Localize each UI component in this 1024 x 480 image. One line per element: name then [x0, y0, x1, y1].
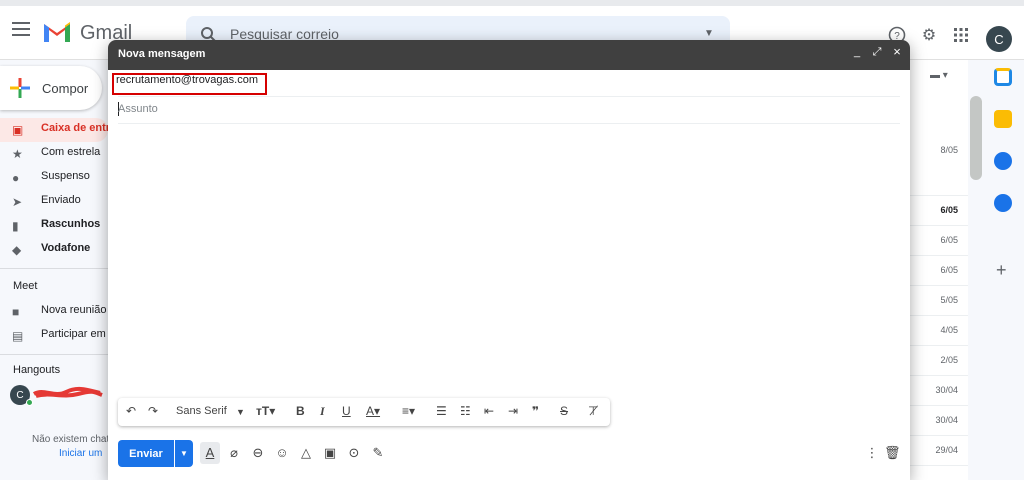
compose-header[interactable]: Nova mensagem _ ⤢ × — [108, 40, 910, 70]
subject-input[interactable]: Assunto — [118, 103, 158, 115]
nav-item-inbox[interactable]: ▣ Caixa de entr — [0, 118, 111, 142]
numbered-list-icon[interactable]: ☰ — [436, 404, 447, 418]
drive-icon[interactable]: △ — [298, 445, 314, 461]
row-date: 8/05 — [940, 145, 958, 155]
row-date: 2/05 — [940, 355, 958, 365]
gmail-logo-icon[interactable] — [42, 20, 72, 42]
compose-label[interactable]: Compor — [42, 81, 88, 96]
nav-divider — [0, 268, 108, 269]
insert-photo-icon[interactable]: ▣ — [322, 445, 338, 461]
row-date: 6/05 — [940, 205, 958, 215]
confidential-mode-icon[interactable]: ⊙ — [346, 445, 362, 461]
font-select[interactable]: Sans Serif — [176, 405, 227, 417]
input-tools-icon[interactable]: ▬ ▾ — [930, 70, 948, 81]
hangouts-section-title: Hangouts — [13, 364, 61, 376]
formatting-toolbar: ↶ ↷ Sans Serif ▼ ᴛT▾ B I U A▾ ≡▾ ☰ ☷ ⇤ ⇥… — [118, 398, 610, 426]
start-chat-link[interactable]: Iniciar um — [59, 448, 102, 459]
search-options-icon[interactable]: ▼ — [704, 28, 714, 39]
tasks-icon[interactable] — [994, 152, 1012, 170]
to-field[interactable]: recrutamento@trovagas.com — [116, 74, 258, 86]
quote-icon[interactable]: ❞ — [532, 404, 539, 418]
video-icon: ■ — [12, 305, 20, 319]
meet-section-title: Meet — [13, 280, 38, 292]
text-color-icon[interactable]: A▾ — [366, 404, 380, 418]
bulleted-list-icon[interactable]: ☷ — [460, 404, 471, 418]
compose-window: Nova mensagem _ ⤢ × recrutamento@trovaga… — [108, 40, 910, 480]
indent-more-icon[interactable]: ⇥ — [508, 404, 518, 418]
indent-less-icon[interactable]: ⇤ — [484, 404, 494, 418]
bold-icon[interactable]: B — [296, 404, 305, 418]
draft-icon: ▮ — [12, 219, 19, 233]
close-icon[interactable]: × — [890, 44, 904, 59]
list-scrollbar[interactable] — [970, 96, 982, 180]
no-chats-text: Não existem chat — [32, 434, 110, 445]
clock-icon: ● — [12, 171, 20, 185]
nav-item-drafts[interactable]: ▮ Rascunhos — [0, 214, 108, 238]
field-divider — [118, 123, 900, 124]
online-status-dot — [26, 399, 33, 406]
redaction-scribble — [32, 386, 103, 398]
contacts-icon[interactable] — [994, 194, 1012, 212]
minimize-icon[interactable]: _ — [850, 46, 864, 58]
discard-draft-icon[interactable]: 🗑 — [884, 445, 901, 461]
meet-new-meeting[interactable]: ■ Nova reunião — [0, 300, 108, 324]
nav-item-vodafone[interactable]: ◆ Vodafone — [0, 238, 108, 262]
nav-item-starred[interactable]: ★ Com estrela — [0, 142, 108, 166]
send-icon: ➤ — [12, 195, 23, 209]
formatting-options-icon[interactable]: A — [200, 442, 220, 464]
nav-item-label: Com estrela — [41, 146, 101, 158]
settings-gear-icon[interactable]: ⚙ — [918, 24, 940, 46]
nav-divider — [0, 354, 108, 355]
font-dropdown-icon[interactable]: ▼ — [236, 407, 245, 417]
calendar-icon[interactable] — [994, 68, 1012, 86]
nav-item-label: Vodafone — [41, 242, 91, 254]
emoji-icon[interactable]: ☺ — [274, 445, 290, 460]
apps-grid-icon[interactable] — [950, 24, 972, 46]
nav-item-label: Suspenso — [41, 170, 90, 182]
row-date: 4/05 — [940, 325, 958, 335]
italic-icon[interactable]: I — [320, 404, 325, 419]
send-options-icon[interactable]: ▼ — [175, 440, 193, 467]
meet-join-meeting[interactable]: ▤ Participar em — [0, 324, 108, 348]
compose-plus-icon[interactable] — [10, 78, 30, 98]
redo-icon[interactable]: ↷ — [148, 404, 158, 418]
row-date: 6/05 — [940, 265, 958, 275]
field-divider — [118, 96, 900, 97]
nav-item-label: Rascunhos — [41, 218, 101, 230]
row-date: 29/04 — [935, 445, 958, 455]
undo-icon[interactable]: ↶ — [126, 404, 136, 418]
send-button[interactable]: Enviar — [118, 440, 174, 467]
strikethrough-icon[interactable]: S — [560, 404, 568, 418]
keyboard-icon: ▤ — [12, 329, 24, 343]
row-date: 5/05 — [940, 295, 958, 305]
row-date: 6/05 — [940, 235, 958, 245]
align-icon[interactable]: ≡▾ — [402, 404, 415, 418]
menu-icon[interactable] — [12, 22, 30, 36]
insert-link-icon[interactable]: ⊖ — [250, 445, 266, 461]
signature-icon[interactable]: ✎ — [370, 445, 386, 461]
nav-item-label: Participar em — [41, 328, 106, 340]
nav-item-label: Nova reunião — [41, 304, 107, 316]
fullscreen-icon[interactable]: ⤢ — [870, 46, 884, 59]
row-date: 30/04 — [935, 415, 958, 425]
nav-item-sent[interactable]: ➤ Enviado — [0, 190, 108, 214]
keep-icon[interactable] — [994, 110, 1012, 128]
account-avatar[interactable]: C — [986, 26, 1012, 52]
nav-item-label: Enviado — [41, 194, 81, 206]
add-addon-icon[interactable]: + — [996, 260, 1007, 281]
label-icon: ◆ — [12, 243, 22, 257]
remove-formatting-icon[interactable]: ⊤̸ — [588, 404, 598, 418]
nav-item-snoozed[interactable]: ● Suspenso — [0, 166, 108, 190]
more-options-icon[interactable]: ⋮ — [864, 445, 880, 461]
star-icon: ★ — [12, 147, 23, 161]
nav-item-label: Caixa de entr — [41, 122, 111, 134]
compose-title: Nova mensagem — [118, 48, 206, 60]
underline-icon[interactable]: U — [342, 404, 351, 418]
attach-file-icon[interactable]: ⌀ — [226, 445, 242, 461]
inbox-icon: ▣ — [12, 123, 24, 137]
row-date: 30/04 — [935, 385, 958, 395]
font-size-icon[interactable]: ᴛT▾ — [256, 404, 275, 418]
